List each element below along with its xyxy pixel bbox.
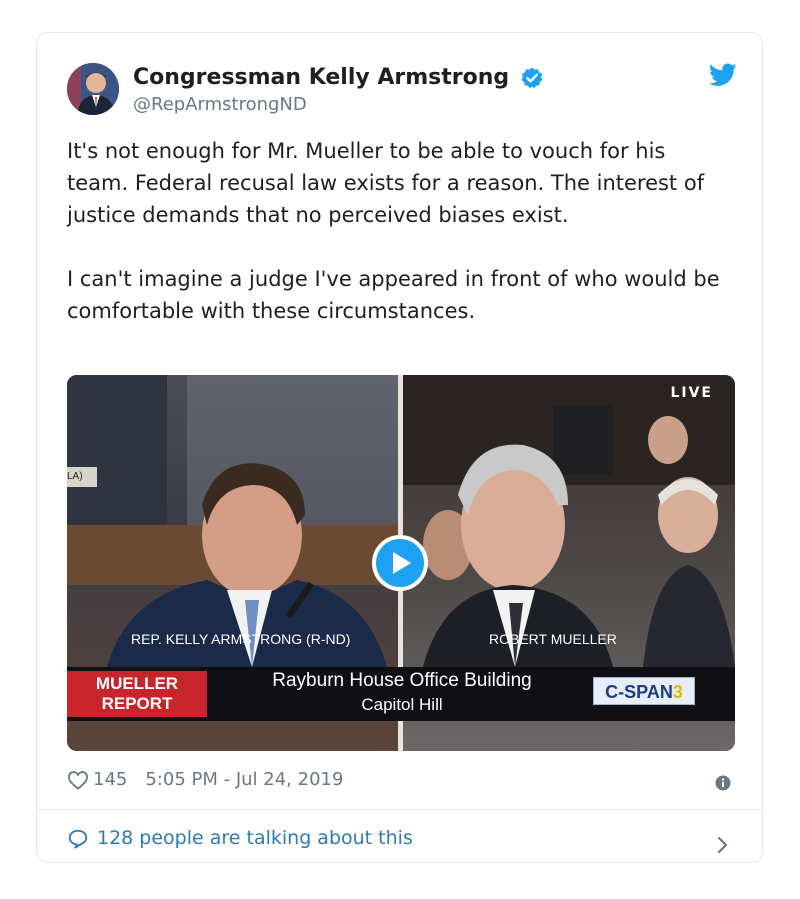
tweet-meta: 145 5:05 PM - Jul 24, 2019 bbox=[67, 766, 735, 794]
chevron-right-icon[interactable] bbox=[717, 832, 729, 854]
report-label-line1: MUELLER bbox=[95, 674, 179, 693]
play-button[interactable] bbox=[372, 535, 428, 591]
author-display-name[interactable]: Congressman Kelly Armstrong bbox=[133, 63, 509, 93]
video-thumbnail[interactable]: LA) LIVE REP. KELLY ARMSTRONG (R-ND) ROB… bbox=[67, 375, 735, 751]
verified-badge-icon bbox=[520, 66, 544, 90]
location-line2: Capitol Hill bbox=[361, 695, 443, 714]
right-caption: ROBERT MUELLER bbox=[489, 631, 617, 647]
side-tag: LA) bbox=[67, 471, 83, 482]
cspan-logo: C-SPAN3 bbox=[593, 677, 695, 705]
avatar[interactable] bbox=[67, 63, 119, 115]
like-count[interactable]: 145 bbox=[93, 769, 127, 790]
tweet-card: Congressman Kelly Armstrong @RepArmstron… bbox=[36, 32, 763, 863]
left-caption: REP. KELLY ARMSTRONG (R-ND) bbox=[131, 631, 351, 647]
conversation-link[interactable]: 128 people are talking about this bbox=[67, 823, 735, 854]
report-label-line2: REPORT bbox=[101, 694, 173, 713]
info-icon[interactable] bbox=[715, 772, 731, 791]
cspan-prefix: C-SPAN bbox=[605, 682, 673, 702]
speech-bubble-icon bbox=[67, 828, 89, 850]
author-info: Congressman Kelly Armstrong @RepArmstron… bbox=[133, 63, 544, 116]
play-icon bbox=[393, 552, 411, 574]
location-line1: Rayburn House Office Building bbox=[272, 670, 532, 691]
divider-line bbox=[37, 809, 762, 810]
tweet-header: Congressman Kelly Armstrong @RepArmstron… bbox=[67, 61, 737, 117]
talking-count-text[interactable]: 128 people are talking about this bbox=[97, 827, 413, 849]
cspan-number: 3 bbox=[672, 682, 683, 702]
tweet-paragraph-1: It's not enough for Mr. Mueller to be ab… bbox=[67, 139, 705, 227]
heart-icon[interactable] bbox=[67, 770, 89, 790]
author-handle[interactable]: @RepArmstrongND bbox=[133, 94, 544, 116]
location-caption: Rayburn House Office Building Capitol Hi… bbox=[227, 669, 577, 717]
mueller-report-label: MUELLER REPORT bbox=[67, 671, 207, 717]
twitter-bird-icon[interactable] bbox=[709, 63, 737, 87]
tweet-timestamp[interactable]: 5:05 PM - Jul 24, 2019 bbox=[145, 769, 343, 790]
tweet-paragraph-2: I can't imagine a judge I've appeared in… bbox=[67, 267, 720, 323]
tweet-text: It's not enough for Mr. Mueller to be ab… bbox=[67, 135, 727, 327]
live-label: LIVE bbox=[670, 385, 713, 401]
